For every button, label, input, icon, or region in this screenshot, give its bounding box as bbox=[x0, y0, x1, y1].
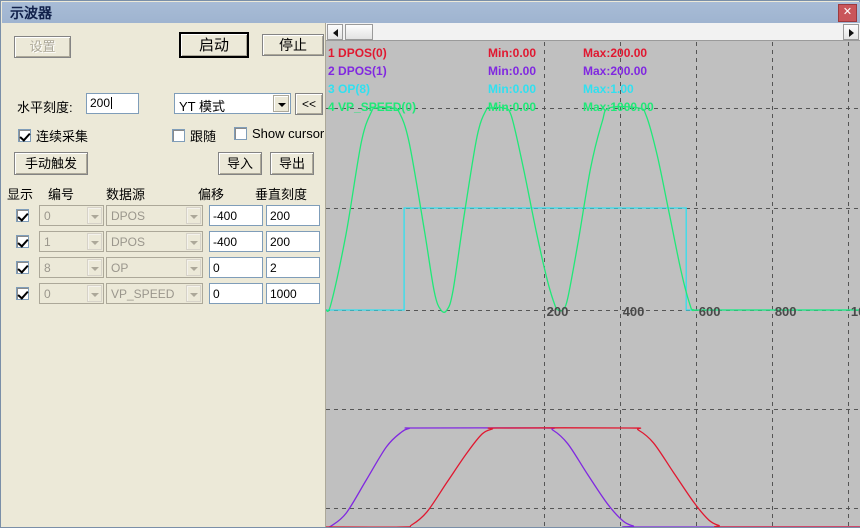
chart-panel: 1 DPOS(0) Min:0.00 Max:200.00 2 DPOS(1) Min… bbox=[326, 23, 860, 527]
chevron-down-icon[interactable] bbox=[186, 259, 201, 276]
legend-max: Max:1000.00 bbox=[583, 100, 654, 114]
chevron-down-icon[interactable] bbox=[87, 259, 102, 276]
show-cursor-checkbox[interactable] bbox=[234, 127, 247, 140]
row-offset-input[interactable]: 0 bbox=[209, 257, 263, 278]
row-number-select[interactable]: 8 bbox=[39, 257, 104, 278]
column-header-vscale: 垂直刻度 bbox=[255, 187, 308, 202]
oscilloscope-window: 示波器 ✕ 设置 启动 停止 水平刻度: 200 YT 模式 << 连续采集 跟… bbox=[0, 0, 860, 528]
show-cursor-row[interactable]: Show cursor bbox=[234, 126, 324, 141]
legend-min: Min:0.00 bbox=[488, 100, 537, 114]
column-header-number: 编号 bbox=[48, 187, 75, 202]
row-source-select[interactable]: DPOS bbox=[106, 231, 203, 252]
row-number-value: 8 bbox=[44, 261, 51, 275]
show-cursor-label: Show cursor bbox=[252, 126, 325, 141]
chevron-down-icon[interactable] bbox=[273, 95, 289, 112]
follow-label: 跟随 bbox=[190, 129, 217, 144]
row-number-select[interactable]: 0 bbox=[39, 205, 104, 226]
row-offset-input[interactable]: 0 bbox=[209, 283, 263, 304]
window-title: 示波器 bbox=[10, 4, 52, 21]
legend-max: Max:200.00 bbox=[583, 64, 648, 78]
column-header-source: 数据源 bbox=[106, 187, 146, 202]
legend-row: 3 OP(8) Min:0.00 Max:1.00 bbox=[328, 80, 654, 98]
row-number-value: 0 bbox=[44, 287, 51, 301]
row-source-value: DPOS bbox=[111, 235, 146, 249]
start-button[interactable]: 启动 bbox=[179, 32, 249, 58]
follow-row[interactable]: 跟随 bbox=[172, 126, 216, 145]
mode-select[interactable]: YT 模式 bbox=[174, 93, 291, 114]
row-vscale-input[interactable]: 1000 bbox=[266, 283, 320, 304]
horizontal-scrollbar[interactable] bbox=[326, 23, 860, 41]
chevron-down-icon[interactable] bbox=[186, 207, 201, 224]
legend-row: 2 DPOS(1) Min:0.00 Max:200.00 bbox=[328, 62, 654, 80]
horizontal-scale-input[interactable]: 200 bbox=[86, 93, 139, 114]
export-button[interactable]: 导出 bbox=[270, 152, 314, 175]
continuous-acquire-checkbox[interactable] bbox=[18, 129, 31, 142]
mode-select-value: YT 模式 bbox=[179, 99, 225, 114]
column-header-offset: 偏移 bbox=[198, 187, 225, 202]
settings-button[interactable]: 设置 bbox=[14, 36, 71, 58]
chevron-down-icon[interactable] bbox=[186, 233, 201, 250]
continuous-acquire-label: 连续采集 bbox=[36, 129, 89, 144]
stop-button[interactable]: 停止 bbox=[262, 34, 324, 56]
legend-name: 4 VP_SPEED(0) bbox=[328, 100, 417, 114]
continuous-acquire-row[interactable]: 连续采集 bbox=[18, 126, 88, 145]
horizontal-scale-label: 水平刻度: bbox=[17, 100, 73, 115]
legend-min: Min:0.00 bbox=[488, 46, 537, 60]
row-vscale-input[interactable]: 200 bbox=[266, 231, 320, 252]
legend-name: 3 OP(8) bbox=[328, 82, 371, 96]
row-show-checkbox[interactable] bbox=[16, 287, 29, 300]
manual-trigger-button[interactable]: 手动触发 bbox=[14, 152, 88, 175]
chevron-down-icon[interactable] bbox=[87, 285, 102, 302]
control-panel: 设置 启动 停止 水平刻度: 200 YT 模式 << 连续采集 跟随 Show… bbox=[2, 23, 326, 527]
legend-name: 2 DPOS(1) bbox=[328, 64, 387, 78]
row-number-value: 1 bbox=[44, 235, 51, 249]
row-show-checkbox[interactable] bbox=[16, 209, 29, 222]
row-offset-input[interactable]: -400 bbox=[209, 205, 263, 226]
row-number-select[interactable]: 1 bbox=[39, 231, 104, 252]
row-source-value: OP bbox=[111, 261, 129, 275]
close-button[interactable]: ✕ bbox=[838, 4, 857, 22]
chevron-down-icon[interactable] bbox=[87, 207, 102, 224]
row-source-value: DPOS bbox=[111, 209, 146, 223]
legend-name: 1 DPOS(0) bbox=[328, 46, 387, 60]
row-show-checkbox[interactable] bbox=[16, 261, 29, 274]
legend-row: 1 DPOS(0) Min:0.00 Max:200.00 bbox=[328, 44, 654, 62]
row-number-value: 0 bbox=[44, 209, 51, 223]
row-source-value: VP_SPEED bbox=[111, 287, 175, 301]
column-header-show: 显示 bbox=[7, 187, 34, 202]
row-number-select[interactable]: 0 bbox=[39, 283, 104, 304]
row-vscale-input[interactable]: 200 bbox=[266, 205, 320, 226]
import-button[interactable]: 导入 bbox=[218, 152, 262, 175]
row-show-checkbox[interactable] bbox=[16, 235, 29, 248]
follow-checkbox[interactable] bbox=[172, 129, 185, 142]
row-source-select[interactable]: DPOS bbox=[106, 205, 203, 226]
legend-row: 4 VP_SPEED(0) Min:0.00 Max:1000.00 bbox=[328, 98, 654, 116]
legend-min: Min:0.00 bbox=[488, 82, 537, 96]
legend-min: Min:0.00 bbox=[488, 64, 537, 78]
scroll-right-arrow-icon[interactable] bbox=[843, 24, 859, 40]
text-caret bbox=[111, 97, 113, 109]
legend-max: Max:200.00 bbox=[583, 46, 648, 60]
collapse-button[interactable]: << bbox=[295, 93, 323, 115]
row-vscale-input[interactable]: 2 bbox=[266, 257, 320, 278]
row-offset-input[interactable]: -400 bbox=[209, 231, 263, 252]
legend-max: Max:1.00 bbox=[583, 82, 634, 96]
row-source-select[interactable]: OP bbox=[106, 257, 203, 278]
chevron-down-icon[interactable] bbox=[186, 285, 201, 302]
row-source-select[interactable]: VP_SPEED bbox=[106, 283, 203, 304]
horizontal-scale-value: 200 bbox=[90, 96, 111, 110]
waveform-plot[interactable]: 1 DPOS(0) Min:0.00 Max:200.00 2 DPOS(1) Min… bbox=[326, 42, 860, 527]
scroll-left-arrow-icon[interactable] bbox=[327, 24, 343, 40]
chevron-down-icon[interactable] bbox=[87, 233, 102, 250]
channel-legend: 1 DPOS(0) Min:0.00 Max:200.00 2 DPOS(1) Min… bbox=[328, 44, 654, 116]
title-bar: 示波器 ✕ bbox=[2, 2, 860, 23]
scrollbar-thumb[interactable] bbox=[345, 24, 373, 40]
